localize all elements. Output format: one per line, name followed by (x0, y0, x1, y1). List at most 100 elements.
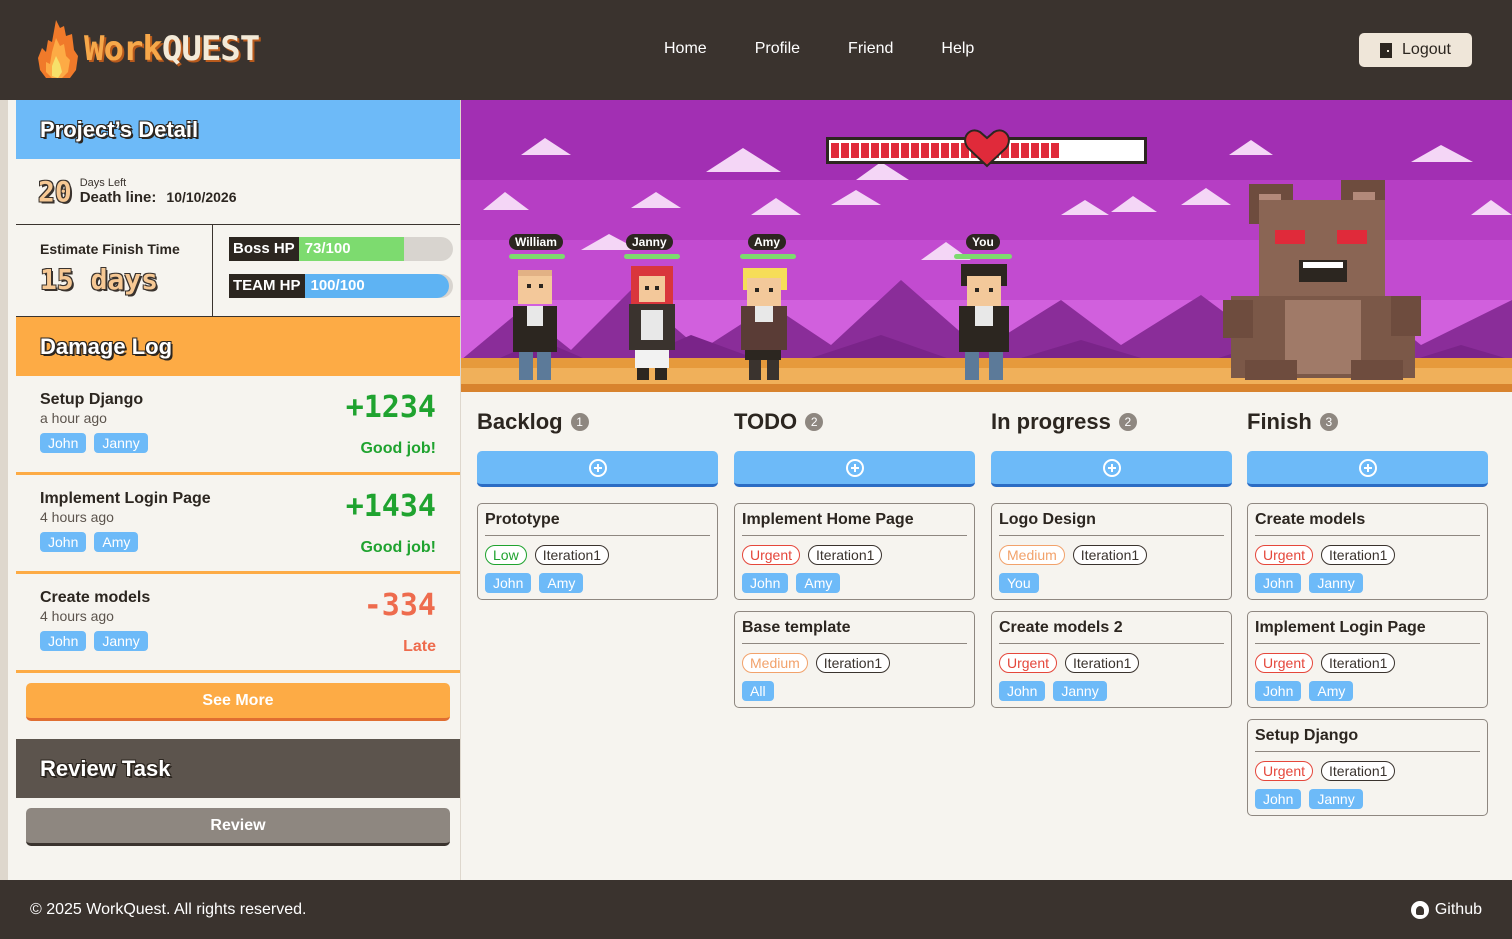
amy-sprite (741, 268, 787, 380)
assignee-tag: John (1255, 789, 1302, 809)
github-label: Github (1434, 901, 1482, 918)
log-entry-score: +1234 (345, 390, 436, 425)
task-assignees: John Janny (1255, 573, 1480, 593)
review-task-header: Review Task (16, 739, 460, 798)
kanban-column-backlog: Backlog 1 Prototype Low Iteration1 John Amy (477, 405, 718, 600)
column-header: TODO 2 (734, 405, 975, 439)
priority-tag: Urgent (1255, 653, 1314, 673)
column-title: Finish (1247, 409, 1312, 434)
battle-scene: William Janny Amy You (461, 100, 1512, 392)
task-card[interactable]: Create models 2 Urgent Iteration1 John Janny (991, 611, 1232, 708)
assignee-tag: John (40, 532, 87, 552)
column-count-badge: 2 (1118, 413, 1137, 431)
priority-tag: Urgent (742, 545, 801, 565)
iteration-tag: Iteration1 (1065, 653, 1140, 673)
damage-log-entry: Setup Django a hour ago John Janny +1234 Good… (16, 376, 460, 475)
deadline-panel: 20 Days Left Death line: 10/10/2026 (16, 159, 460, 225)
task-card[interactable]: Base template Medium Iteration1 All (734, 611, 975, 708)
top-navbar: WorkQUEST Home Profile Friend Help Logou… (0, 0, 1512, 100)
task-tags: Medium Iteration1 (999, 545, 1224, 565)
task-assignees: John Amy (742, 573, 967, 593)
review-button[interactable]: Review (26, 808, 450, 846)
column-title: In progress (991, 409, 1111, 434)
task-title: Logo Design (999, 511, 1224, 536)
boss-hp-label: Boss HP (229, 237, 299, 261)
logout-label: Logout (1402, 41, 1451, 58)
assignee-tag: Amy (796, 573, 841, 593)
team-hp-bar: TEAM HP 100/100 (229, 274, 453, 298)
workquest-logo[interactable]: WorkQUEST (38, 20, 260, 78)
task-tags: Urgent Iteration1 (1255, 653, 1480, 673)
add-task-button[interactable] (734, 451, 975, 487)
task-title: Implement Login Page (1255, 619, 1480, 644)
task-tags: Medium Iteration1 (742, 653, 967, 673)
team-hp-label: TEAM HP (229, 274, 305, 298)
estimate-value: 15 days (40, 263, 159, 296)
task-tags: Urgent Iteration1 (742, 545, 967, 565)
project-detail-header: Project’s Detail (16, 100, 460, 159)
task-assignees: John Amy (485, 573, 710, 593)
you-sprite (959, 264, 1009, 380)
log-entry-score: +1434 (345, 489, 436, 524)
log-entry-score: -334 (363, 588, 436, 623)
iteration-tag: Iteration1 (1321, 653, 1396, 673)
team-hp-value: 100/100 (304, 274, 449, 298)
column-header: Backlog 1 (477, 405, 718, 439)
column-title: TODO (734, 409, 798, 434)
assignee-tag: John (1255, 573, 1302, 593)
task-title: Implement Home Page (742, 511, 967, 536)
logo-wordmark: WorkQUEST (84, 29, 260, 69)
task-card[interactable]: Prototype Low Iteration1 John Amy (477, 503, 718, 600)
github-link[interactable]: Github (1410, 901, 1482, 919)
add-task-button[interactable] (477, 451, 718, 487)
column-count-badge: 2 (805, 413, 824, 431)
see-more-button[interactable]: See More (26, 683, 450, 721)
task-title: Prototype (485, 511, 710, 536)
task-title: Create models 2 (999, 619, 1224, 644)
column-count-badge: 1 (570, 413, 589, 431)
task-card[interactable]: Setup Django Urgent Iteration1 John Janny (1247, 719, 1488, 816)
assignee-tag: John (999, 681, 1046, 701)
logout-button[interactable]: Logout (1359, 33, 1472, 67)
assignee-tag: Janny (94, 433, 148, 453)
damage-log-title: Damage Log (40, 333, 173, 359)
task-tags: Urgent Iteration1 (999, 653, 1224, 673)
nav-profile[interactable]: Profile (755, 40, 800, 58)
boss-hp-value: 73/100 (298, 237, 404, 261)
task-tags: Low Iteration1 (485, 545, 710, 565)
assignee-tag: Janny (1053, 681, 1107, 701)
task-card[interactable]: Create models Urgent Iteration1 John Janny (1247, 503, 1488, 600)
task-card[interactable]: Implement Login Page Urgent Iteration1 John… (1247, 611, 1488, 708)
task-assignees: John Janny (999, 681, 1224, 701)
iteration-tag: Iteration1 (815, 653, 891, 673)
assignee-tag: Amy (1309, 681, 1354, 701)
nav-home[interactable]: Home (664, 40, 707, 58)
assignee-tag: John (742, 573, 789, 593)
iteration-tag: Iteration1 (1321, 761, 1396, 781)
project-detail-title: Project’s Detail (40, 116, 199, 142)
nav-friend[interactable]: Friend (848, 40, 893, 58)
iteration-tag: Iteration1 (808, 545, 883, 565)
task-card[interactable]: Logo Design Medium Iteration1 You (991, 503, 1232, 600)
task-assignees: John Amy (1255, 681, 1480, 701)
task-card[interactable]: Implement Home Page Urgent Iteration1 John A… (734, 503, 975, 600)
column-header: Finish 3 (1247, 405, 1488, 439)
plus-icon (588, 458, 607, 477)
assignee-tag: Janny (1309, 789, 1363, 809)
add-task-button[interactable] (1247, 451, 1488, 487)
kanban-column-finish: Finish 3 Create models Urgent Iteration1 John… (1247, 405, 1488, 816)
iteration-tag: Iteration1 (534, 545, 610, 565)
plus-icon (845, 458, 864, 477)
priority-tag: Medium (999, 545, 1065, 565)
footer: © 2025 WorkQuest. All rights reserved. G… (0, 880, 1512, 939)
william-sprite (513, 270, 557, 380)
nav-help[interactable]: Help (941, 40, 974, 58)
damage-log-entry: Implement Login Page 4 hours ago John Amy +1… (16, 475, 460, 574)
add-task-button[interactable] (991, 451, 1232, 487)
plus-icon (1102, 458, 1121, 477)
damage-log-entry: Create models 4 hours ago John Janny -334 Lat… (16, 574, 460, 673)
janny-sprite (629, 266, 675, 380)
column-count-badge: 3 (1319, 413, 1338, 431)
estimate-label: Estimate Finish Time (40, 241, 180, 257)
flame-icon (38, 20, 78, 78)
